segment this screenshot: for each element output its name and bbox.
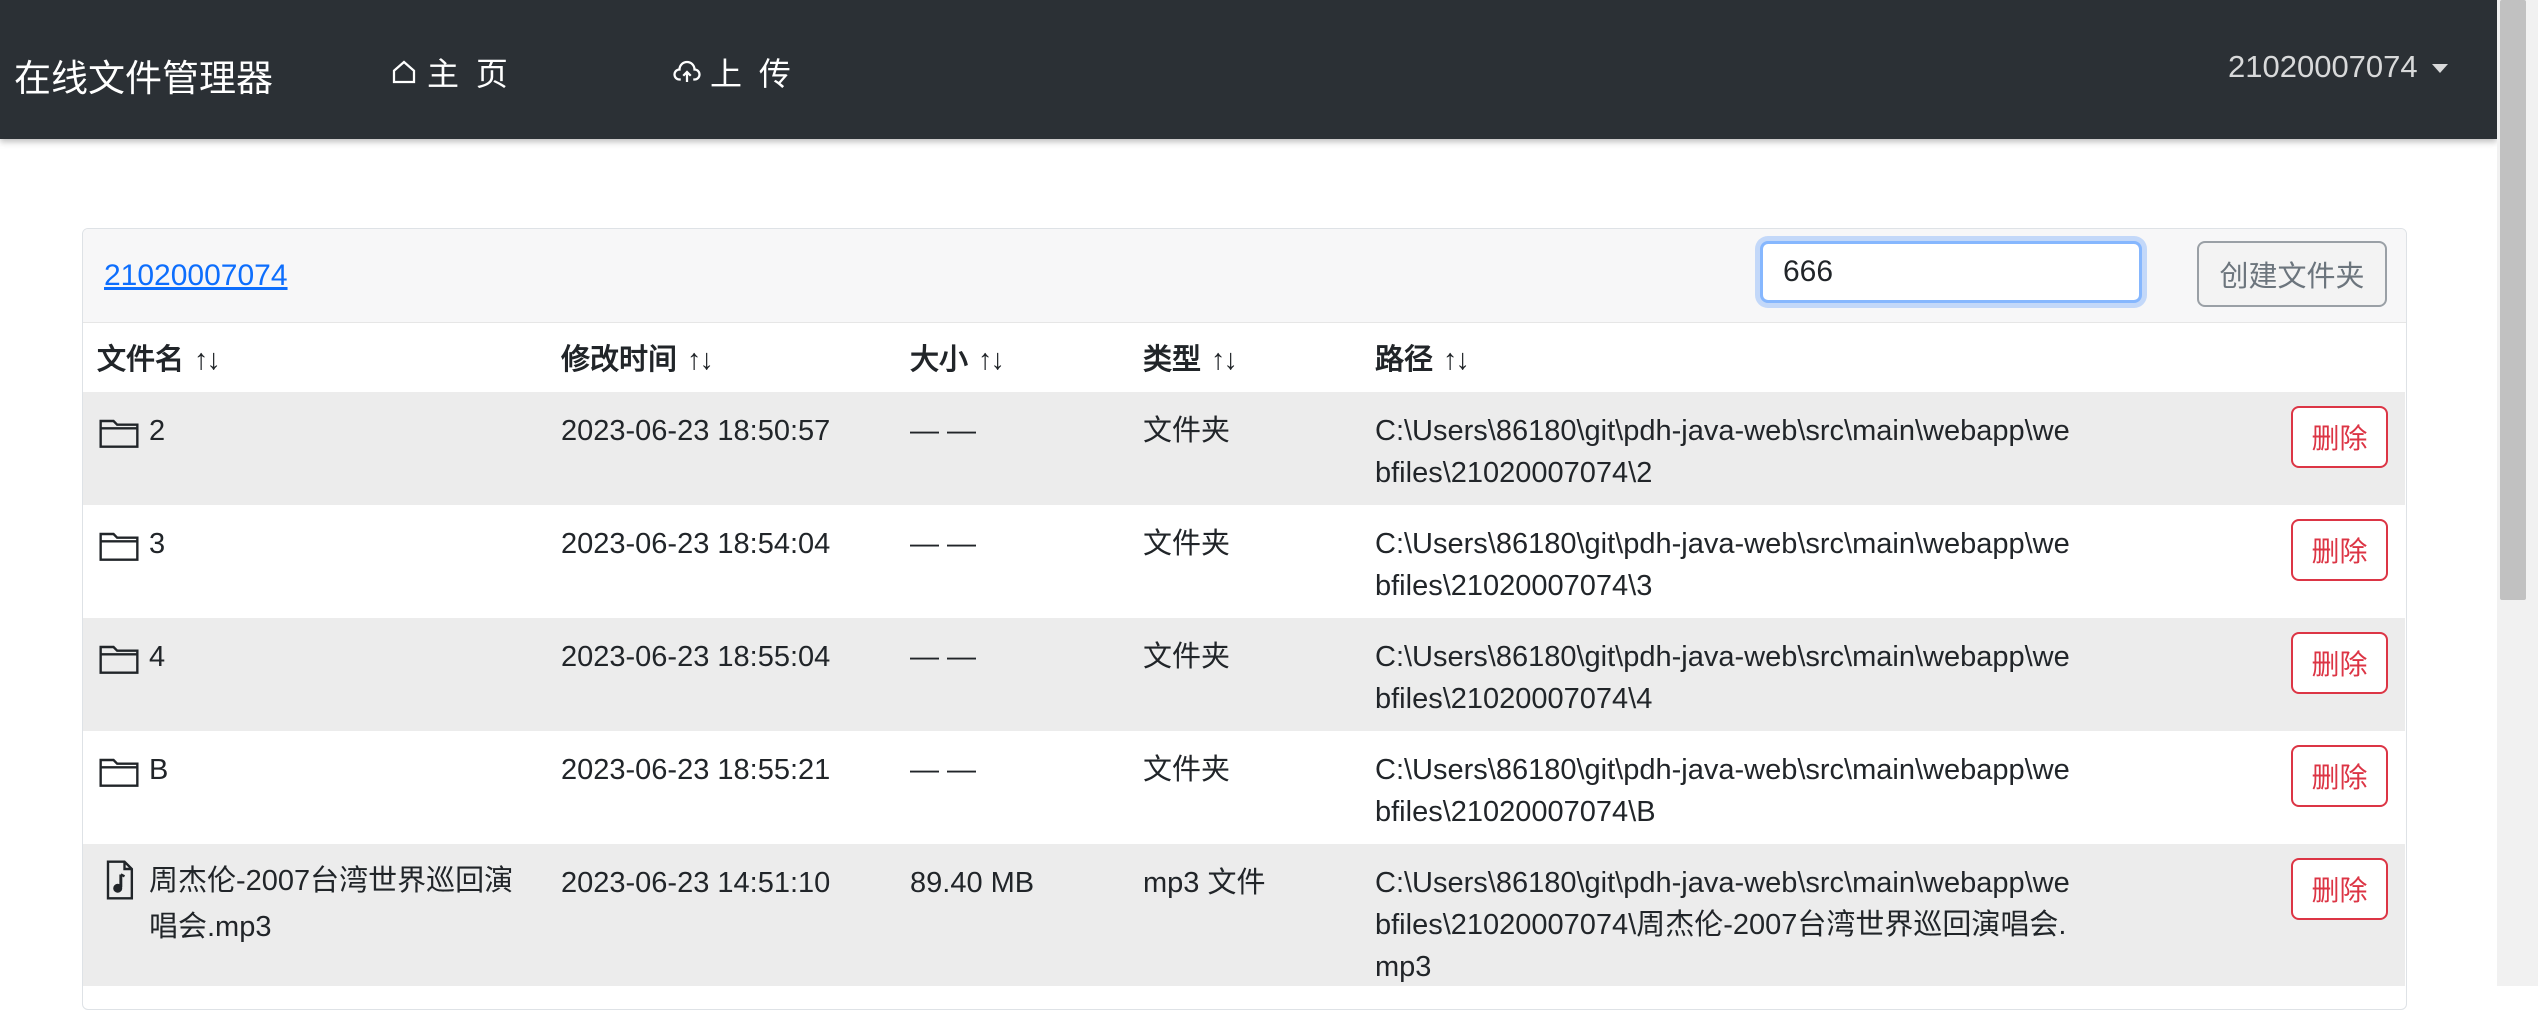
file-type: 文件夹 <box>1143 528 1231 560</box>
folder-name-input[interactable] <box>1760 241 2142 303</box>
folder-icon <box>99 758 139 787</box>
home-icon <box>392 60 416 84</box>
file-path: C:\Users\86180\git\pdh-java-web\src\main… <box>1375 528 2070 602</box>
file-size: 89.40 MB <box>910 867 1035 899</box>
file-size: — — <box>910 415 977 447</box>
app-brand[interactable]: 在线文件管理器 <box>14 48 273 102</box>
col-header-size[interactable]: 大小 ↑↓ <box>910 336 1005 378</box>
nav-home-link[interactable]: 主 页 <box>389 49 512 95</box>
delete-button[interactable]: 删除 <box>2291 632 2388 694</box>
table-row[interactable]: 4 2023-06-23 18:55:04 — — 文件夹 C:\Users\8… <box>83 618 2405 731</box>
delete-button[interactable]: 删除 <box>2291 858 2388 920</box>
file-name[interactable]: 3 <box>149 523 165 565</box>
file-type: mp3 文件 <box>1143 867 1266 899</box>
table-row[interactable]: B 2023-06-23 18:55:21 — — 文件夹 C:\Users\8… <box>83 731 2405 844</box>
sort-icon: ↑↓ <box>687 344 714 376</box>
file-size: — — <box>910 641 977 673</box>
nav-upload-label: 上 传 <box>710 56 795 92</box>
card-header: 21020007074 创建文件夹 <box>83 229 2406 323</box>
file-size: — — <box>910 528 977 560</box>
folder-icon <box>99 532 139 561</box>
file-modified: 2023-06-23 18:55:21 <box>561 754 831 786</box>
file-name[interactable]: 2 <box>149 410 165 452</box>
file-name[interactable]: B <box>149 749 168 791</box>
caret-down-icon <box>2431 63 2448 73</box>
music-file-icon <box>106 860 134 900</box>
create-folder-button[interactable]: 创建文件夹 <box>2197 241 2387 307</box>
col-header-type[interactable]: 类型 ↑↓ <box>1143 336 1238 378</box>
file-size: — — <box>910 754 977 786</box>
table-row[interactable]: 2 2023-06-23 18:50:57 — — 文件夹 C:\Users\8… <box>83 392 2405 505</box>
sort-icon: ↑↓ <box>1211 344 1238 376</box>
delete-button[interactable]: 删除 <box>2291 519 2388 581</box>
folder-icon <box>99 419 139 448</box>
top-navbar: 在线文件管理器 主 页 上 传 21020007074 <box>0 0 2497 139</box>
file-name[interactable]: 4 <box>149 636 165 678</box>
nav-upload-link[interactable]: 上 传 <box>672 49 795 95</box>
file-modified: 2023-06-23 18:54:04 <box>561 528 831 560</box>
file-name[interactable]: 周杰伦-2007台湾世界巡回演唱会.mp3 <box>149 858 527 950</box>
file-path: C:\Users\86180\git\pdh-java-web\src\main… <box>1375 867 2070 983</box>
col-header-modified[interactable]: 修改时间 ↑↓ <box>561 336 714 378</box>
file-path: C:\Users\86180\git\pdh-java-web\src\main… <box>1375 641 2070 715</box>
table-row[interactable]: 3 2023-06-23 18:54:04 — — 文件夹 C:\Users\8… <box>83 505 2405 618</box>
sort-icon: ↑↓ <box>194 344 221 376</box>
user-dropdown[interactable]: 21020007074 <box>2228 49 2448 85</box>
breadcrumb-root[interactable]: 21020007074 <box>104 259 288 293</box>
user-name: 21020007074 <box>2228 49 2418 84</box>
cloud-upload-icon <box>673 60 701 82</box>
folder-icon <box>99 645 139 674</box>
delete-button[interactable]: 删除 <box>2291 745 2388 807</box>
file-modified: 2023-06-23 14:51:10 <box>561 867 831 899</box>
col-header-name[interactable]: 文件名 ↑↓ <box>97 336 221 378</box>
file-type: 文件夹 <box>1143 754 1231 786</box>
file-path: C:\Users\86180\git\pdh-java-web\src\main… <box>1375 415 2070 489</box>
file-type: 文件夹 <box>1143 415 1231 447</box>
file-modified: 2023-06-23 18:50:57 <box>561 415 831 447</box>
file-path: C:\Users\86180\git\pdh-java-web\src\main… <box>1375 754 2070 828</box>
file-type: 文件夹 <box>1143 641 1231 673</box>
nav-home-label: 主 页 <box>427 56 512 92</box>
sort-icon: ↑↓ <box>1443 344 1470 376</box>
delete-button[interactable]: 删除 <box>2291 406 2388 468</box>
sort-icon: ↑↓ <box>978 344 1005 376</box>
table-row[interactable]: 周杰伦-2007台湾世界巡回演唱会.mp3 2023-06-23 14:51:1… <box>83 844 2405 986</box>
file-modified: 2023-06-23 18:55:04 <box>561 641 831 673</box>
scrollbar-thumb[interactable] <box>2500 0 2526 600</box>
col-header-path[interactable]: 路径 ↑↓ <box>1375 336 1470 378</box>
